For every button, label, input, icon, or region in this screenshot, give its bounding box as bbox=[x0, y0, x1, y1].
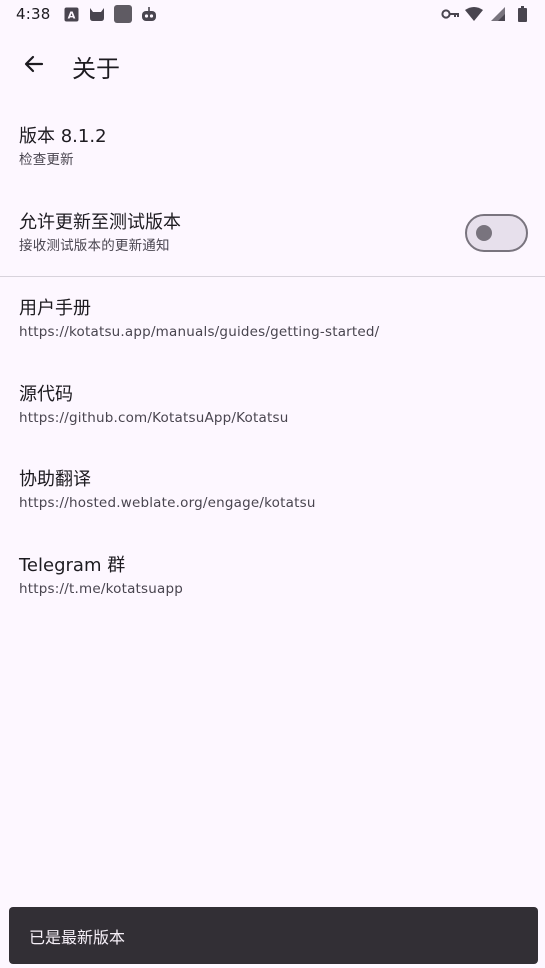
telegram-url: https://t.me/kotatsuapp bbox=[19, 581, 184, 597]
user-manual-link[interactable]: 用户手册 https://kotatsu.app/manuals/guides/… bbox=[0, 297, 545, 341]
notification-icons: A bbox=[62, 5, 158, 23]
user-manual-title: 用户手册 bbox=[19, 298, 91, 319]
battery-icon bbox=[513, 5, 531, 23]
status-time: 4:38 bbox=[16, 5, 51, 23]
translate-url: https://hosted.weblate.org/engage/kotats… bbox=[19, 495, 316, 511]
cat-icon bbox=[88, 5, 106, 23]
snackbar-message: 已是最新版本 bbox=[29, 927, 126, 947]
system-icons bbox=[441, 5, 531, 23]
source-code-url: https://github.com/KotatsuApp/Kotatsu bbox=[19, 410, 289, 426]
translate-icon: A bbox=[62, 5, 80, 23]
beta-updates-preference[interactable]: 允许更新至测试版本 接收测试版本的更新通知 bbox=[0, 211, 545, 259]
telegram-link[interactable]: Telegram 群 https://t.me/kotatsuapp bbox=[0, 554, 545, 598]
source-code-title: 源代码 bbox=[19, 384, 73, 405]
switch-thumb bbox=[476, 225, 492, 241]
svg-text:A: A bbox=[68, 10, 76, 21]
app-square-icon bbox=[114, 5, 133, 23]
signal-icon bbox=[489, 5, 507, 23]
translate-link[interactable]: 协助翻译 https://hosted.weblate.org/engage/k… bbox=[0, 468, 545, 512]
arrow-back-icon bbox=[22, 52, 46, 80]
version-summary: 检查更新 bbox=[19, 152, 74, 168]
version-title: 版本 8.1.2 bbox=[19, 126, 107, 147]
beta-updates-switch[interactable] bbox=[465, 214, 528, 252]
source-code-link[interactable]: 源代码 https://github.com/KotatsuApp/Kotats… bbox=[0, 383, 545, 427]
back-button[interactable] bbox=[10, 42, 58, 90]
version-preference[interactable]: 版本 8.1.2 检查更新 bbox=[0, 125, 545, 169]
page-title: 关于 bbox=[72, 54, 120, 83]
top-app-bar: 关于 bbox=[0, 36, 545, 96]
status-bar: 4:38 A bbox=[0, 0, 545, 28]
telegram-title: Telegram 群 bbox=[19, 555, 126, 576]
snackbar: 已是最新版本 bbox=[9, 907, 538, 964]
user-manual-url: https://kotatsu.app/manuals/guides/getti… bbox=[19, 324, 380, 340]
robot-icon bbox=[140, 5, 158, 23]
wifi-icon bbox=[465, 5, 483, 23]
vpn-key-icon bbox=[441, 5, 459, 23]
translate-title: 协助翻译 bbox=[19, 469, 91, 490]
section-divider bbox=[0, 276, 545, 277]
